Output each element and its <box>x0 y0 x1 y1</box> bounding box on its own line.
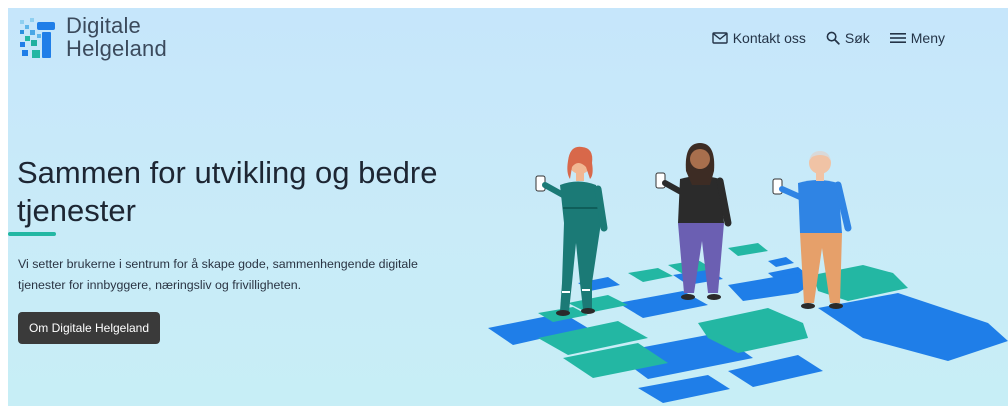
search-icon <box>826 31 840 45</box>
logo-line-1: Digitale <box>66 13 141 38</box>
logo-line-2: Helgeland <box>66 36 167 61</box>
digitale-helgeland-logo-icon <box>20 18 55 58</box>
person-1-figure <box>535 146 608 316</box>
intro-text: Vi setter brukerne i sentrum for å skape… <box>18 257 418 292</box>
top-navigation: Kontakt oss Søk Meny <box>712 30 945 46</box>
title-accent-bar <box>8 232 56 236</box>
search-link-label: Søk <box>844 30 870 46</box>
menu-icon <box>889 33 906 43</box>
search-link[interactable]: Søk <box>826 30 870 46</box>
mail-icon <box>712 32 728 44</box>
site-logo[interactable]: Digitale Helgeland <box>18 14 167 62</box>
contact-link[interactable]: Kontakt oss <box>712 30 806 46</box>
menu-button[interactable]: Meny <box>889 30 945 46</box>
people-with-phones-illustration <box>488 143 1008 403</box>
logo-wordmark: Digitale Helgeland <box>66 14 167 60</box>
menu-button-label: Meny <box>910 30 945 46</box>
page-title: Sammen for utvikling og bedre tjenester <box>17 155 438 228</box>
about-button[interactable]: Om Digitale Helgeland <box>18 312 160 344</box>
hero-section: Digitale Helgeland Kontakt oss Søk Meny … <box>8 8 1008 406</box>
contact-link-label: Kontakt oss <box>732 30 806 46</box>
